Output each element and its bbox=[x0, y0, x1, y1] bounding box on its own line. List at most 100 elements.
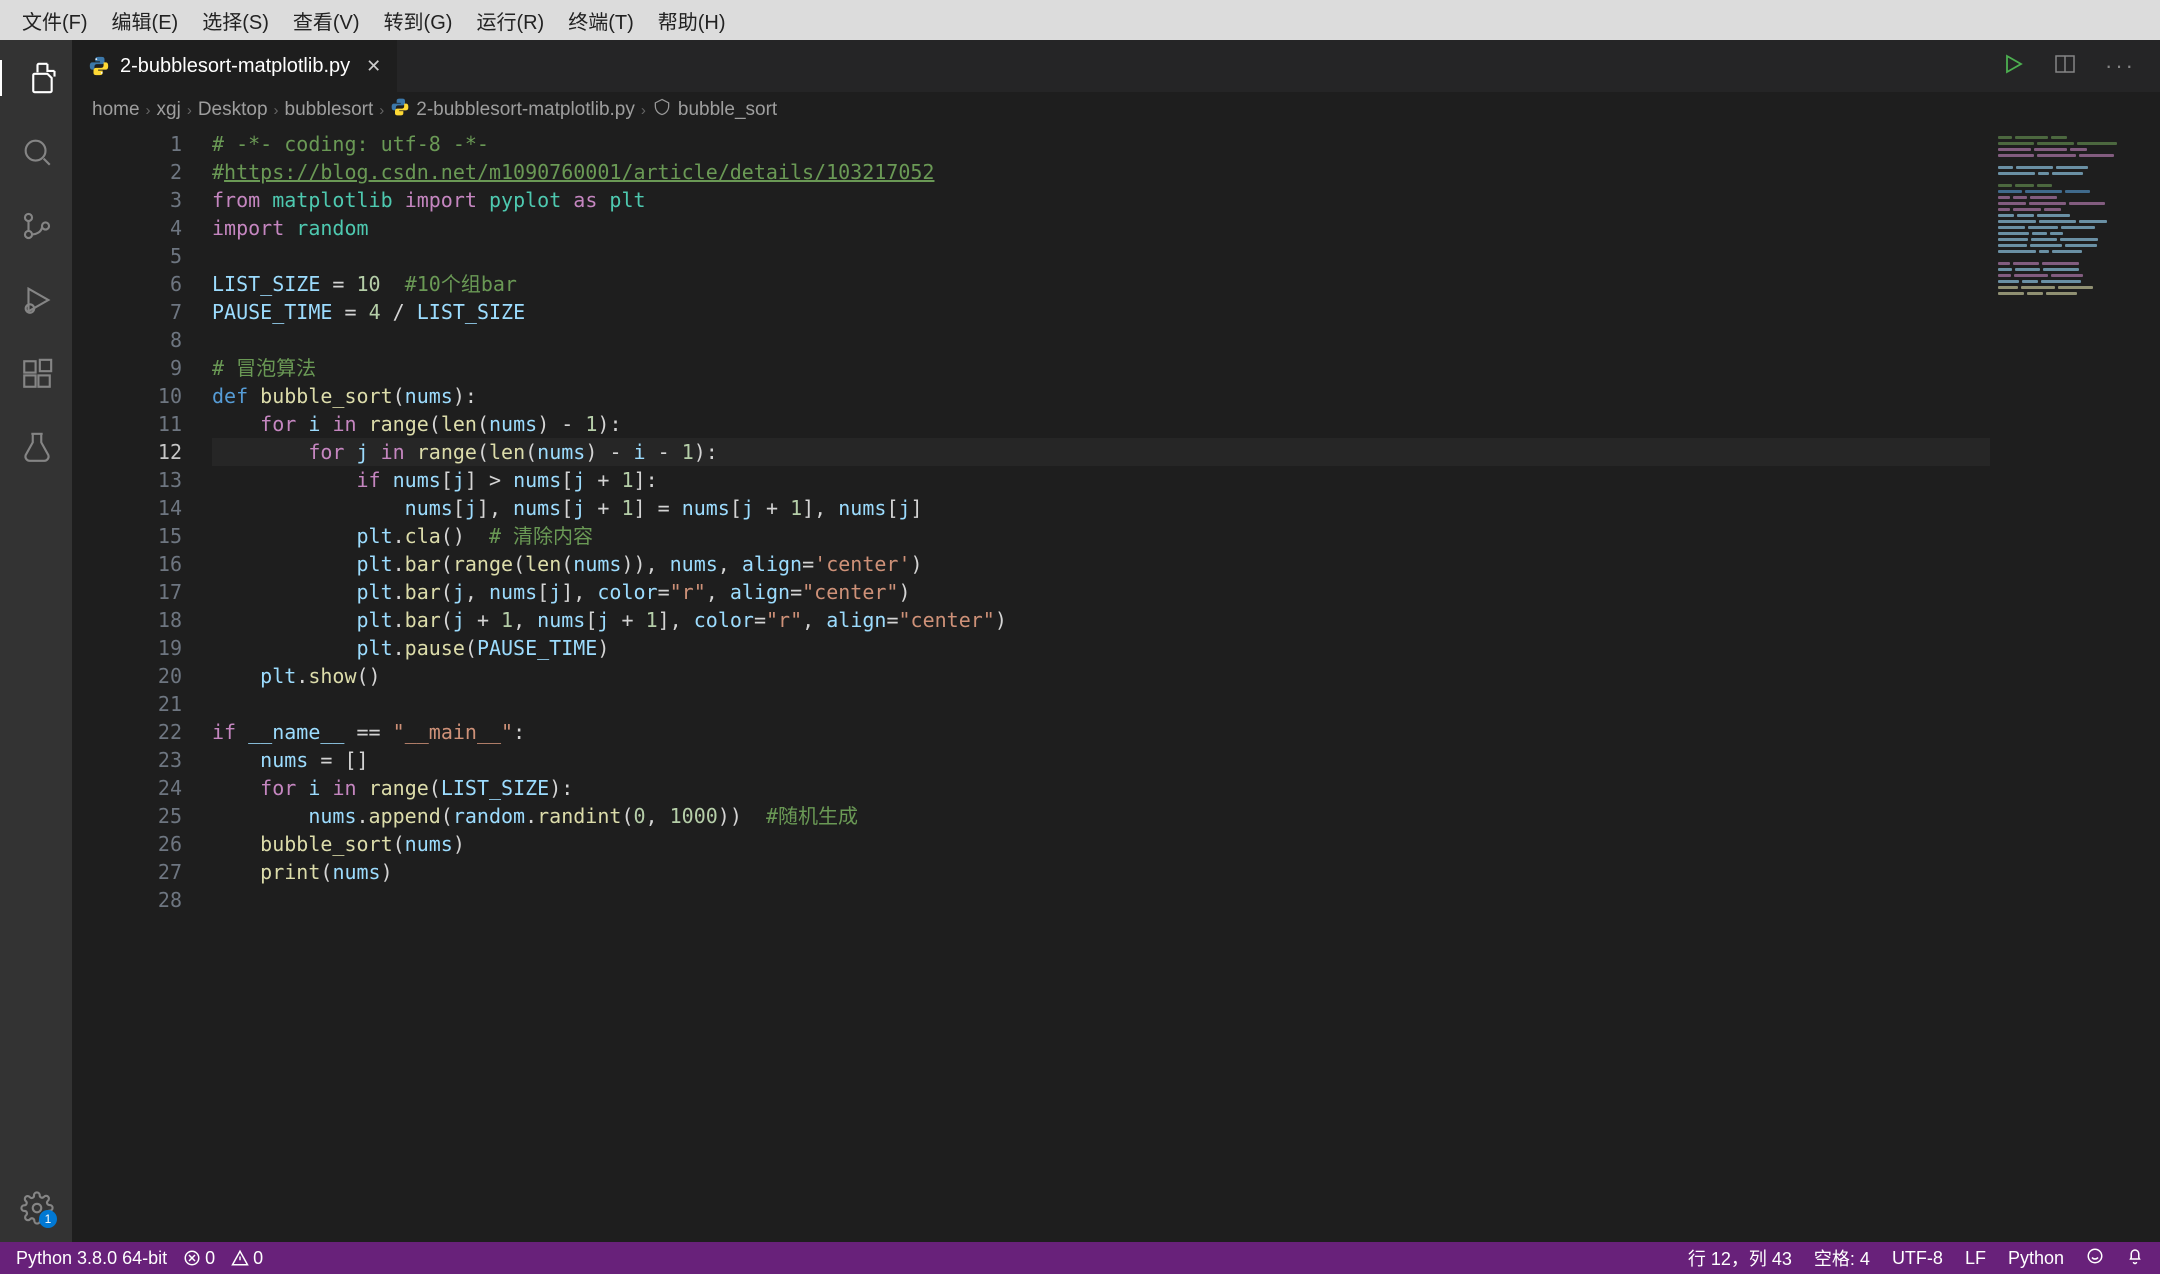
breadcrumb-item[interactable]: 2-bubblesort-matplotlib.py bbox=[416, 99, 635, 121]
menu-item[interactable]: 查看(V) bbox=[281, 2, 372, 39]
menu-item[interactable]: 选择(S) bbox=[190, 2, 281, 39]
code-line[interactable]: if __name__ == "__main__": bbox=[212, 718, 1990, 746]
tab-bar: 2-bubblesort-matplotlib.py ✕ ··· bbox=[72, 40, 2160, 92]
menu-item[interactable]: 编辑(E) bbox=[100, 2, 191, 39]
minimap-line bbox=[1998, 244, 2152, 247]
code-line[interactable]: plt.bar(range(len(nums)), nums, align='c… bbox=[212, 550, 1990, 578]
code-line[interactable]: #https://blog.csdn.net/m1090760001/artic… bbox=[212, 158, 1990, 186]
minimap-line bbox=[1998, 214, 2152, 217]
chevron-right-icon: › bbox=[379, 102, 384, 119]
testing-icon[interactable] bbox=[19, 430, 55, 466]
minimap-line bbox=[1998, 184, 2152, 187]
chevron-right-icon: › bbox=[274, 102, 279, 119]
line-number: 20 bbox=[72, 662, 182, 690]
status-feedback-icon[interactable] bbox=[2086, 1247, 2104, 1270]
code-line[interactable]: for i in range(len(nums) - 1): bbox=[212, 410, 1990, 438]
run-play-icon[interactable] bbox=[2001, 52, 2025, 81]
line-number: 25 bbox=[72, 802, 182, 830]
status-bell-icon[interactable] bbox=[2126, 1247, 2144, 1270]
code-line[interactable]: nums[j], nums[j + 1] = nums[j + 1], nums… bbox=[212, 494, 1990, 522]
tab-active[interactable]: 2-bubblesort-matplotlib.py ✕ bbox=[72, 40, 398, 92]
status-errors[interactable]: 0 bbox=[183, 1248, 215, 1269]
status-line-col[interactable]: 行 12，列 43 bbox=[1688, 1245, 1792, 1271]
line-number: 26 bbox=[72, 830, 182, 858]
line-number: 11 bbox=[72, 410, 182, 438]
line-number: 23 bbox=[72, 746, 182, 774]
menu-item[interactable]: 终端(T) bbox=[556, 2, 646, 39]
code-line[interactable]: print(nums) bbox=[212, 858, 1990, 886]
line-number: 19 bbox=[72, 634, 182, 662]
line-number: 5 bbox=[72, 242, 182, 270]
main-area: 1 2-bubblesort-matplotlib.py ✕ ··· home ›… bbox=[0, 40, 2160, 1242]
minimap-line bbox=[1998, 256, 2152, 259]
breadcrumb-item[interactable]: bubblesort bbox=[285, 99, 374, 121]
line-number: 10 bbox=[72, 382, 182, 410]
line-number: 22 bbox=[72, 718, 182, 746]
menu-item[interactable]: 转到(G) bbox=[372, 2, 465, 39]
minimap-line bbox=[1998, 154, 2152, 157]
editor-area: 2-bubblesort-matplotlib.py ✕ ··· home › xg… bbox=[72, 40, 2160, 1242]
code-content[interactable]: # -*- coding: utf-8 -*-#https://blog.csd… bbox=[212, 128, 1990, 1242]
code-line[interactable]: if nums[j] > nums[j + 1]: bbox=[212, 466, 1990, 494]
tab-title: 2-bubblesort-matplotlib.py bbox=[120, 55, 350, 78]
tab-actions: ··· bbox=[2001, 40, 2160, 92]
minimap-line bbox=[1998, 142, 2152, 145]
minimap-line bbox=[1998, 196, 2152, 199]
breadcrumb-item[interactable]: home bbox=[92, 99, 140, 121]
explorer-icon[interactable] bbox=[0, 60, 72, 96]
code-line[interactable]: nums.append(random.randint(0, 1000)) #随机… bbox=[212, 802, 1990, 830]
symbol-method-icon bbox=[652, 97, 672, 123]
code-line[interactable] bbox=[212, 326, 1990, 354]
code-line[interactable]: from matplotlib import pyplot as plt bbox=[212, 186, 1990, 214]
breadcrumb-item[interactable]: xgj bbox=[157, 99, 181, 121]
line-number: 7 bbox=[72, 298, 182, 326]
breadcrumbs[interactable]: home›xgj›Desktop›bubblesort›2-bubblesort… bbox=[72, 92, 2160, 128]
status-encoding[interactable]: UTF-8 bbox=[1892, 1248, 1943, 1269]
breadcrumb-item[interactable]: bubble_sort bbox=[678, 99, 777, 121]
line-number: 1 bbox=[72, 130, 182, 158]
close-icon[interactable]: ✕ bbox=[366, 56, 381, 77]
line-number: 4 bbox=[72, 214, 182, 242]
chevron-right-icon: › bbox=[146, 102, 151, 119]
status-python-version[interactable]: Python 3.8.0 64-bit bbox=[16, 1248, 167, 1269]
code-line[interactable]: LIST_SIZE = 10 #10个组bar bbox=[212, 270, 1990, 298]
code-line[interactable] bbox=[212, 886, 1990, 914]
code-line[interactable]: nums = [] bbox=[212, 746, 1990, 774]
menu-item[interactable]: 帮助(H) bbox=[646, 2, 738, 39]
status-indent[interactable]: 空格: 4 bbox=[1814, 1245, 1870, 1271]
status-warnings[interactable]: 0 bbox=[231, 1248, 263, 1269]
code-line[interactable] bbox=[212, 242, 1990, 270]
code-line[interactable]: plt.bar(j, nums[j], color="r", align="ce… bbox=[212, 578, 1990, 606]
settings-gear-icon[interactable]: 1 bbox=[19, 1190, 55, 1226]
code-line[interactable]: for j in range(len(nums) - i - 1): bbox=[212, 438, 1990, 466]
code-line[interactable] bbox=[212, 690, 1990, 718]
code-line[interactable]: bubble_sort(nums) bbox=[212, 830, 1990, 858]
editor-body[interactable]: 1234567891011121314151617181920212223242… bbox=[72, 128, 2160, 1242]
line-number: 28 bbox=[72, 886, 182, 914]
run-debug-icon[interactable] bbox=[19, 282, 55, 318]
source-control-icon[interactable] bbox=[19, 208, 55, 244]
code-line[interactable]: plt.bar(j + 1, nums[j + 1], color="r", a… bbox=[212, 606, 1990, 634]
status-language[interactable]: Python bbox=[2008, 1248, 2064, 1269]
code-line[interactable]: # 冒泡算法 bbox=[212, 354, 1990, 382]
code-line[interactable]: plt.cla() # 清除内容 bbox=[212, 522, 1990, 550]
extensions-icon[interactable] bbox=[19, 356, 55, 392]
code-line[interactable]: plt.pause(PAUSE_TIME) bbox=[212, 634, 1990, 662]
split-editor-icon[interactable] bbox=[2053, 52, 2077, 81]
minimap[interactable] bbox=[1990, 128, 2160, 1242]
code-line[interactable]: import random bbox=[212, 214, 1990, 242]
menu-item[interactable]: 文件(F) bbox=[10, 2, 100, 39]
code-line[interactable]: PAUSE_TIME = 4 / LIST_SIZE bbox=[212, 298, 1990, 326]
minimap-line bbox=[1998, 298, 2152, 301]
code-line[interactable]: plt.show() bbox=[212, 662, 1990, 690]
menu-item[interactable]: 运行(R) bbox=[464, 2, 556, 39]
search-icon[interactable] bbox=[19, 134, 55, 170]
minimap-line bbox=[1998, 148, 2152, 151]
status-eol[interactable]: LF bbox=[1965, 1248, 1986, 1269]
code-line[interactable]: def bubble_sort(nums): bbox=[212, 382, 1990, 410]
breadcrumb-item[interactable]: Desktop bbox=[198, 99, 268, 121]
code-line[interactable]: for i in range(LIST_SIZE): bbox=[212, 774, 1990, 802]
more-icon[interactable]: ··· bbox=[2105, 53, 2136, 79]
code-line[interactable]: # -*- coding: utf-8 -*- bbox=[212, 130, 1990, 158]
line-number: 27 bbox=[72, 858, 182, 886]
